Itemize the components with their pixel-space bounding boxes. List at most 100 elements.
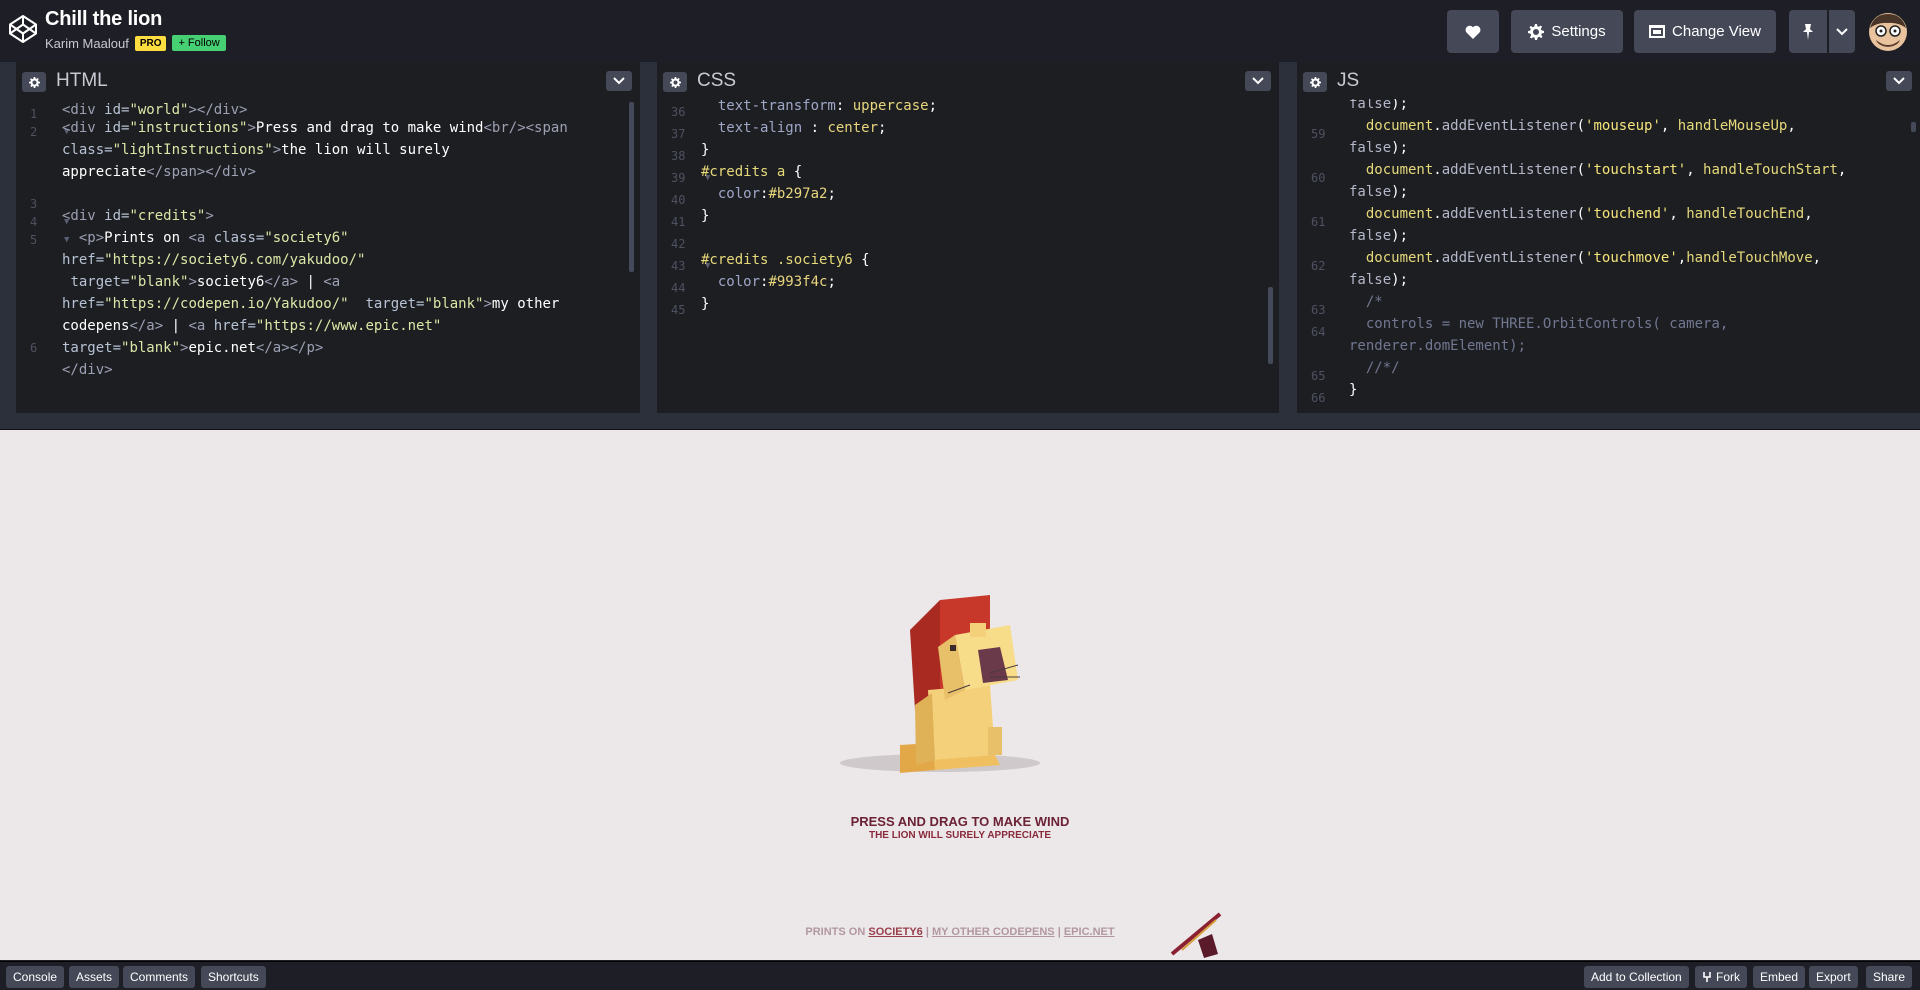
settings-button[interactable]: Settings — [1511, 10, 1623, 53]
pin-button[interactable] — [1789, 10, 1827, 53]
code-line: false); — [1349, 272, 1409, 288]
avatar[interactable] — [1868, 12, 1908, 52]
line-number: 44 — [671, 281, 686, 295]
css-code-editor[interactable]: 36 37 38 39 40 41 42 43 44 45 ▼ ▼ text-t… — [657, 99, 1279, 413]
code-line: } — [701, 296, 710, 312]
line-number: 45 — [671, 303, 686, 317]
epic-link[interactable]: EPIC.NET — [1064, 926, 1115, 938]
line-number: 36 — [671, 105, 686, 119]
embed-button[interactable]: Embed — [1753, 966, 1806, 988]
chevron-down-icon — [1252, 77, 1264, 85]
line-number: 65 — [1311, 369, 1326, 383]
line-number: 62 — [1311, 259, 1326, 273]
fork-icon — [1703, 972, 1711, 982]
css-settings-button[interactable] — [663, 72, 687, 92]
gear-icon — [1309, 76, 1321, 88]
editor-resize-bar[interactable] — [0, 413, 1920, 430]
follow-label: Follow — [187, 37, 220, 49]
lion-illustration[interactable] — [820, 595, 1070, 780]
light-instructions-text: THE LION WILL SURELY APPRECIATE — [868, 830, 1052, 841]
code-line: target="blank">epic.net</a></p> — [62, 340, 324, 356]
code-line: </div> — [62, 362, 113, 378]
comments-button[interactable]: Comments — [123, 966, 196, 988]
html-code-editor[interactable]: 1 2 3 4 5 6 ▼ ▼ ▼ <div id="world"></div>… — [16, 99, 640, 413]
css-editor-menu-button[interactable] — [1245, 71, 1271, 91]
top-bar: Chill the lion Karim Maalouf PRO + Follo… — [0, 0, 1920, 62]
line-number: 5 — [30, 233, 38, 247]
line-number: 59 — [1311, 127, 1326, 141]
credits-separator: | — [1057, 926, 1061, 938]
plus-icon: + — [178, 37, 185, 49]
change-view-label: Change View — [1672, 23, 1761, 40]
hairdryer-icon[interactable] — [1168, 910, 1228, 960]
bottom-bar: Console Assets Comments Shortcuts Add to… — [0, 961, 1920, 990]
line-number: 60 — [1311, 171, 1326, 185]
author-name[interactable]: Karim Maalouf — [45, 36, 129, 51]
code-line: color:#993f4c; — [717, 274, 836, 290]
line-number: 37 — [671, 127, 686, 141]
line-number: 63 — [1311, 303, 1326, 317]
css-editor-header: CSS — [657, 62, 1279, 99]
shortcuts-button[interactable]: Shortcuts — [201, 966, 266, 988]
love-button[interactable] — [1447, 10, 1499, 53]
change-view-button[interactable]: Change View — [1634, 10, 1776, 53]
js-editor-pane: JS 59 60 61 62 63 64 65 66 67 false); do… — [1297, 62, 1920, 413]
js-editor-title: JS — [1337, 70, 1360, 91]
credits: PRINTS ON SOCIETY6 | MY OTHER CODEPENS |… — [0, 926, 1920, 938]
export-button[interactable]: Export — [1809, 966, 1858, 988]
editor-area: HTML 1 2 3 4 5 6 ▼ ▼ ▼ <div id="world"><… — [0, 62, 1920, 413]
html-editor-title: HTML — [56, 70, 108, 91]
js-editor-menu-button[interactable] — [1886, 71, 1912, 91]
code-line: href="https://codepen.io/Yakudoo/" targe… — [62, 296, 560, 312]
line-number: 6 — [30, 341, 38, 355]
settings-label: Settings — [1551, 23, 1606, 40]
code-line: #credits .society6 { — [701, 252, 870, 268]
add-to-collection-button[interactable]: Add to Collection — [1584, 966, 1689, 988]
css-editor-pane: CSS 36 37 38 39 40 41 42 43 44 45 ▼ ▼ te… — [657, 62, 1279, 413]
line-number: 64 — [1311, 325, 1326, 339]
code-line: false); — [1349, 228, 1409, 244]
line-number: 61 — [1311, 215, 1326, 229]
line-number: 42 — [671, 237, 686, 251]
html-editor-scrollbar[interactable] — [629, 102, 634, 272]
assets-button[interactable]: Assets — [69, 966, 120, 988]
pro-badge[interactable]: PRO — [134, 35, 167, 51]
code-line: false); — [1349, 184, 1409, 200]
console-button[interactable]: Console — [6, 966, 65, 988]
code-line: false); — [1349, 140, 1409, 156]
code-line: <p>Prints on <a class="society6" — [78, 230, 349, 246]
result-preview[interactable]: PRESS AND DRAG TO MAKE WIND THE LION WIL… — [0, 430, 1920, 960]
js-editor-header: JS — [1297, 62, 1920, 99]
css-editor-title: CSS — [697, 70, 737, 91]
pen-title[interactable]: Chill the lion — [45, 8, 226, 31]
other-codepens-link[interactable]: MY OTHER CODEPENS — [932, 926, 1055, 938]
code-line: document.addEventListener('touchstart', … — [1365, 162, 1847, 178]
code-line: document.addEventListener('mouseup', han… — [1365, 118, 1796, 134]
code-line: } — [701, 142, 710, 158]
chevron-down-icon — [1893, 77, 1905, 85]
layout-icon — [1649, 25, 1666, 38]
js-code-editor[interactable]: 59 60 61 62 63 64 65 66 67 false); docum… — [1297, 99, 1920, 413]
codepen-logo-icon[interactable] — [8, 14, 38, 44]
html-editor-menu-button[interactable] — [606, 71, 632, 91]
share-button[interactable]: Share — [1866, 966, 1913, 988]
code-line: target="blank">society6</a> | <a — [70, 274, 341, 290]
gear-icon — [1528, 23, 1545, 40]
js-editor-scrollbar[interactable] — [1911, 122, 1916, 132]
code-line: <div id="credits"> — [62, 208, 214, 224]
code-line: /* — [1349, 294, 1383, 310]
instructions-text: PRESS AND DRAG TO MAKE WIND — [850, 814, 1070, 829]
fork-button[interactable]: Fork — [1695, 966, 1747, 988]
society6-link[interactable]: SOCIETY6 — [868, 926, 922, 938]
follow-button[interactable]: + Follow — [172, 35, 226, 51]
code-line: class="lightInstructions">the lion will … — [62, 142, 450, 158]
html-settings-button[interactable] — [22, 72, 46, 92]
fork-label: Fork — [1716, 970, 1740, 984]
code-line: } — [1349, 382, 1358, 398]
credits-separator: | — [925, 926, 929, 938]
js-settings-button[interactable] — [1303, 72, 1327, 92]
pin-dropdown-button[interactable] — [1829, 10, 1855, 53]
line-number: 40 — [671, 193, 686, 207]
css-editor-scrollbar[interactable] — [1268, 287, 1273, 364]
chevron-down-icon — [1836, 27, 1848, 35]
